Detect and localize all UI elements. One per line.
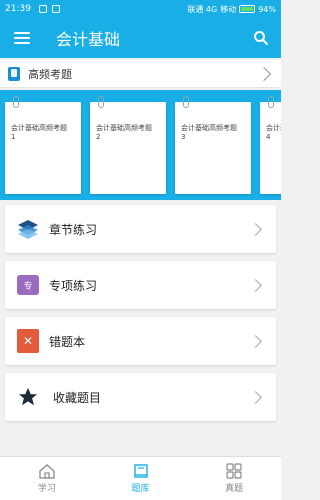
chevron-right-icon [249, 278, 262, 292]
carrier1: 联通 4G [187, 4, 218, 14]
page-title: 会计基础 [56, 30, 121, 49]
card-text: 会计基础高频考题 3 [181, 124, 237, 142]
tab-label: 真题 [225, 484, 244, 494]
card-text: 会计基础高频考题 1 [11, 124, 67, 142]
star-icon [18, 387, 38, 406]
menu-label: 专项练习 [49, 278, 98, 293]
message-icon [51, 5, 60, 13]
menu-item-wrong-book[interactable]: ✕ 错题本 [5, 317, 276, 365]
home-icon [39, 464, 55, 479]
clip-icon [183, 96, 189, 108]
tab-question-bank[interactable]: 题库 [94, 457, 188, 500]
chevron-right-icon [249, 222, 262, 236]
tab-study[interactable]: 学习 [0, 457, 94, 500]
menu-label: 章节练习 [49, 222, 98, 237]
battery-icon [239, 5, 256, 13]
layers-icon [18, 220, 38, 239]
section-header[interactable]: 高频考题 [0, 60, 281, 88]
chevron-right-icon [249, 390, 262, 404]
hamburger-icon [14, 32, 30, 44]
status-right: 联通 4G 移动 94% [187, 4, 276, 15]
search-icon [254, 31, 268, 45]
notification-icon [38, 5, 47, 13]
clip-icon [268, 96, 274, 108]
status-left-icons [38, 5, 60, 13]
card-carousel[interactable]: 会计基础高频考题 1 会计基础高频考题 2 会计基础高频考题 3 会计基础高频考… [0, 90, 281, 200]
card-title: 会计基础高频考题 [11, 124, 67, 132]
tab-label: 题库 [131, 484, 150, 494]
card-text: 会计基础高频考题 2 [96, 124, 152, 142]
exam-card[interactable]: 会计基础高频考题 2 [90, 96, 166, 194]
exam-card[interactable]: 会计基础高频考题 3 [175, 96, 251, 194]
status-bar: 21:39 联通 4G 移动 94% [0, 0, 281, 18]
carrier2: 移动 [220, 4, 237, 14]
wrong-icon: ✕ [17, 329, 39, 353]
exam-card[interactable]: 会计基础高频考题 4 [260, 96, 281, 194]
clip-icon [13, 96, 19, 108]
card-number: 3 [181, 133, 186, 141]
clip-icon [98, 96, 104, 108]
exam-card[interactable]: 会计基础高频考题 1 [5, 96, 81, 194]
menu-label: 收藏题目 [53, 390, 102, 405]
card-text: 会计基础高频考题 4 [266, 124, 281, 142]
card-number: 1 [11, 133, 16, 141]
card-title: 会计基础高频考题 [266, 124, 281, 132]
battery-percent: 94% [258, 4, 276, 14]
tab-label: 学习 [37, 484, 56, 494]
card-title: 会计基础高频考题 [96, 124, 152, 132]
book-icon [8, 66, 20, 81]
section-label: 高频考题 [28, 67, 72, 81]
menu-label: 错题本 [49, 334, 86, 349]
tab-past-exams[interactable]: 真题 [187, 457, 281, 500]
menu-button[interactable] [0, 18, 44, 58]
menu-item-favorites[interactable]: 收藏题目 [5, 373, 276, 421]
chevron-right-icon [256, 66, 272, 81]
special-icon: 专 [17, 275, 39, 295]
chevron-right-icon [249, 334, 262, 348]
search-button[interactable] [241, 18, 281, 58]
menu-item-special-practice[interactable]: 专 专项练习 [5, 261, 276, 309]
app-bar: 会计基础 [0, 18, 281, 58]
menu-item-chapter-practice[interactable]: 章节练习 [5, 205, 276, 253]
book-open-icon [133, 464, 148, 478]
card-title: 会计基础高频考题 [181, 124, 237, 132]
bottom-nav: 学习 题库 真题 [0, 456, 281, 500]
card-number: 2 [96, 133, 101, 141]
status-time: 21:39 [5, 4, 31, 14]
card-number: 4 [266, 133, 271, 141]
grid-icon [226, 463, 242, 479]
